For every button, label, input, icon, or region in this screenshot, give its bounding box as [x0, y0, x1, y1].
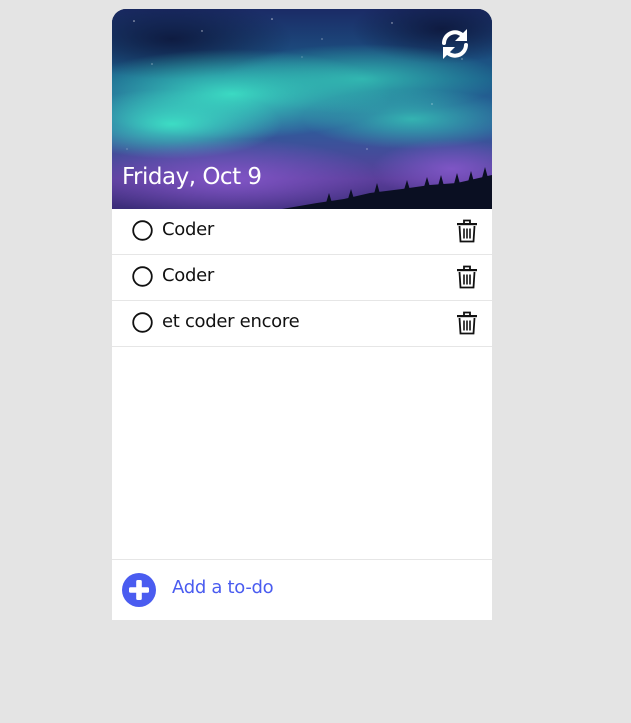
checkbox-circle-icon[interactable] [132, 220, 153, 241]
trash-icon[interactable] [456, 311, 478, 335]
todo-item-text: et coder encore [162, 311, 300, 332]
trash-icon[interactable] [456, 219, 478, 243]
todo-item-text: Coder [162, 265, 214, 286]
trash-icon[interactable] [456, 265, 478, 289]
todo-card: Friday, Oct 9 Coder Coder et coder encor… [112, 9, 492, 620]
todo-item-text: Coder [162, 219, 214, 240]
todo-item: et coder encore [112, 301, 492, 347]
todo-item: Coder [112, 255, 492, 301]
checkbox-circle-icon[interactable] [132, 312, 153, 333]
todo-list: Coder Coder et coder encore [112, 209, 492, 347]
date-heading: Friday, Oct 9 [122, 164, 262, 190]
add-todo-bar: Add a to-do [112, 559, 492, 620]
checkbox-circle-icon[interactable] [132, 266, 153, 287]
add-todo-button[interactable]: Add a to-do [172, 577, 274, 598]
todo-item: Coder [112, 209, 492, 255]
header-banner: Friday, Oct 9 [112, 9, 492, 209]
plus-circle-icon[interactable] [122, 573, 156, 607]
refresh-icon[interactable] [438, 27, 472, 61]
